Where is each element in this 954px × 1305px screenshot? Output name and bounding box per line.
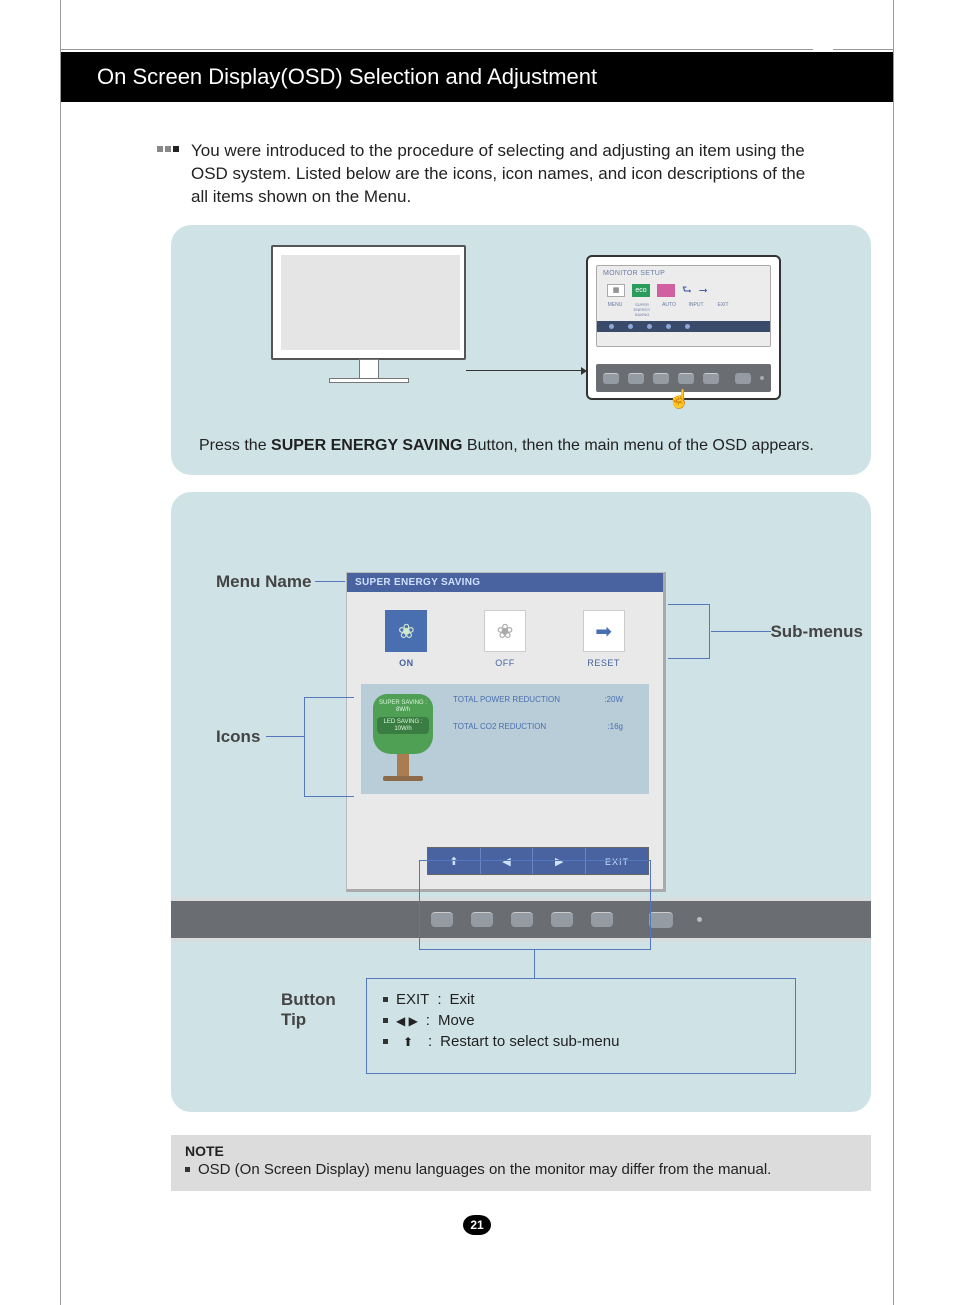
note-text: OSD (On Screen Display) menu languages o… (198, 1161, 771, 1178)
label-button-tip: Button Tip (281, 990, 341, 1031)
stats-text: TOTAL POWER REDUCTION :20W TOTAL CO2 RED… (453, 694, 637, 734)
indicator-dots (597, 321, 770, 332)
osd-on-label: ON (366, 658, 446, 668)
caption-prefix: Press the (199, 437, 271, 454)
stat1-label: TOTAL POWER REDUCTION (453, 694, 560, 707)
osd-window: SUPER ENERGY SAVING ❀ ON ❀ OFF ➡ RESET (346, 572, 666, 892)
tip-exit-desc: Exit (450, 991, 475, 1008)
arrow-icon (466, 370, 586, 371)
power-led (697, 917, 702, 922)
tree-icon: SUPER SAVING : 8W/h LED SAVING : 10W/h (369, 694, 437, 784)
menu-icon: ▦ (607, 284, 625, 297)
osd-titlebar: SUPER ENERGY SAVING (347, 573, 663, 592)
lbl-auto: AUTO (657, 302, 681, 317)
exit-icon: ⭢ (699, 284, 708, 297)
osd-option-reset: ➡ RESET (564, 610, 644, 668)
lbl-ses: SUPER ENERGY SAVING (630, 302, 654, 317)
stat2-label: TOTAL CO2 REDUCTION (453, 721, 546, 734)
setup-title: MONITOR SETUP (603, 270, 764, 277)
tree-super-text: SUPER SAVING : 8W/h (373, 700, 433, 713)
illustration-panel-top: MONITOR SETUP ▦ eco ⮑ ⭢ MENU SUPER ENERG… (171, 225, 871, 475)
bullet-icon (383, 1018, 388, 1023)
osd-stats-panel: SUPER SAVING : 8W/h LED SAVING : 10W/h T… (361, 684, 649, 794)
osd-options-row: ❀ ON ❀ OFF ➡ RESET (347, 592, 663, 676)
callout-line (534, 950, 535, 978)
reset-icon: ➡ (583, 610, 625, 652)
setup-label-row: MENU SUPER ENERGY SAVING AUTO INPUT EXIT (603, 302, 764, 317)
label-icons: Icons (216, 727, 260, 747)
arrow-left-right-icon: ◀ ▶ (396, 1014, 418, 1028)
bullet-decor (157, 146, 179, 152)
setup-icon-row: ▦ eco ⮑ ⭢ (607, 281, 760, 300)
caption-suffix: Button, then the main menu of the OSD ap… (462, 437, 813, 454)
bullet-icon (383, 997, 388, 1002)
tip-exit-key: EXIT (396, 991, 429, 1008)
page-number: 21 (463, 1215, 491, 1235)
callout-line (315, 581, 345, 582)
input-icon: ⮑ (682, 281, 692, 300)
stat2-value: :16g (607, 721, 623, 734)
monitor-setup-popup: MONITOR SETUP ▦ eco ⮑ ⭢ MENU SUPER ENERG… (586, 255, 781, 400)
panel1-caption: Press the SUPER ENERGY SAVING Button, th… (199, 435, 839, 457)
bullet-icon (383, 1039, 388, 1044)
auto-icon (657, 284, 675, 297)
hardware-buttons-small (596, 364, 771, 392)
crop-mark-top (61, 30, 893, 50)
hand-pointer-icon: ☝ (668, 389, 690, 410)
monitor-icon (271, 245, 466, 395)
osd-reset-label: RESET (564, 658, 644, 668)
caption-bold: SUPER ENERGY SAVING (271, 437, 462, 454)
osd-option-off: ❀ OFF (465, 610, 545, 668)
tip-restart-desc: Restart to select sub-menu (440, 1033, 619, 1050)
eco-icon: eco (632, 284, 650, 297)
section-header: On Screen Display(OSD) Selection and Adj… (61, 52, 893, 102)
tree-led-text: LED SAVING : 10W/h (377, 717, 429, 734)
leaf-off-icon: ❀ (484, 610, 526, 652)
section-title: On Screen Display(OSD) Selection and Adj… (61, 52, 893, 90)
intro-text: You were introduced to the procedure of … (191, 141, 805, 206)
illustration-panel-bottom: SUPER ENERGY SAVING ❀ ON ❀ OFF ➡ RESET (171, 492, 871, 1112)
monitor-illustration: MONITOR SETUP ▦ eco ⮑ ⭢ MENU SUPER ENERG… (271, 235, 771, 405)
bullet-icon (185, 1167, 190, 1172)
callout-line (711, 631, 771, 632)
callout-line (266, 736, 304, 737)
osd-option-on: ❀ ON (366, 610, 446, 668)
callout-box-buttons (419, 860, 651, 950)
label-sub-menus: Sub-menus (770, 622, 863, 642)
manual-page: On Screen Display(OSD) Selection and Adj… (60, 0, 894, 1305)
lbl-exit: EXIT (711, 302, 735, 317)
lbl-menu: MENU (603, 302, 627, 317)
stat1-value: :20W (604, 694, 623, 707)
lbl-input: INPUT (684, 302, 708, 317)
callout-box-submenus (668, 604, 710, 659)
leaf-on-icon: ❀ (385, 610, 427, 652)
label-menu-name: Menu Name (216, 572, 311, 592)
button-tip-box: EXIT : Exit ◀ ▶ : Move ⬆ : Restart to se… (366, 978, 796, 1074)
intro-paragraph: You were introduced to the procedure of … (191, 140, 811, 209)
arrow-up-return-icon: ⬆ (396, 1035, 420, 1049)
note-title: NOTE (185, 1143, 857, 1159)
osd-off-label: OFF (465, 658, 545, 668)
tip-move-desc: Move (438, 1012, 475, 1029)
note-box: NOTE OSD (On Screen Display) menu langua… (171, 1135, 871, 1191)
callout-box-icons (304, 697, 354, 797)
power-button (649, 912, 673, 928)
